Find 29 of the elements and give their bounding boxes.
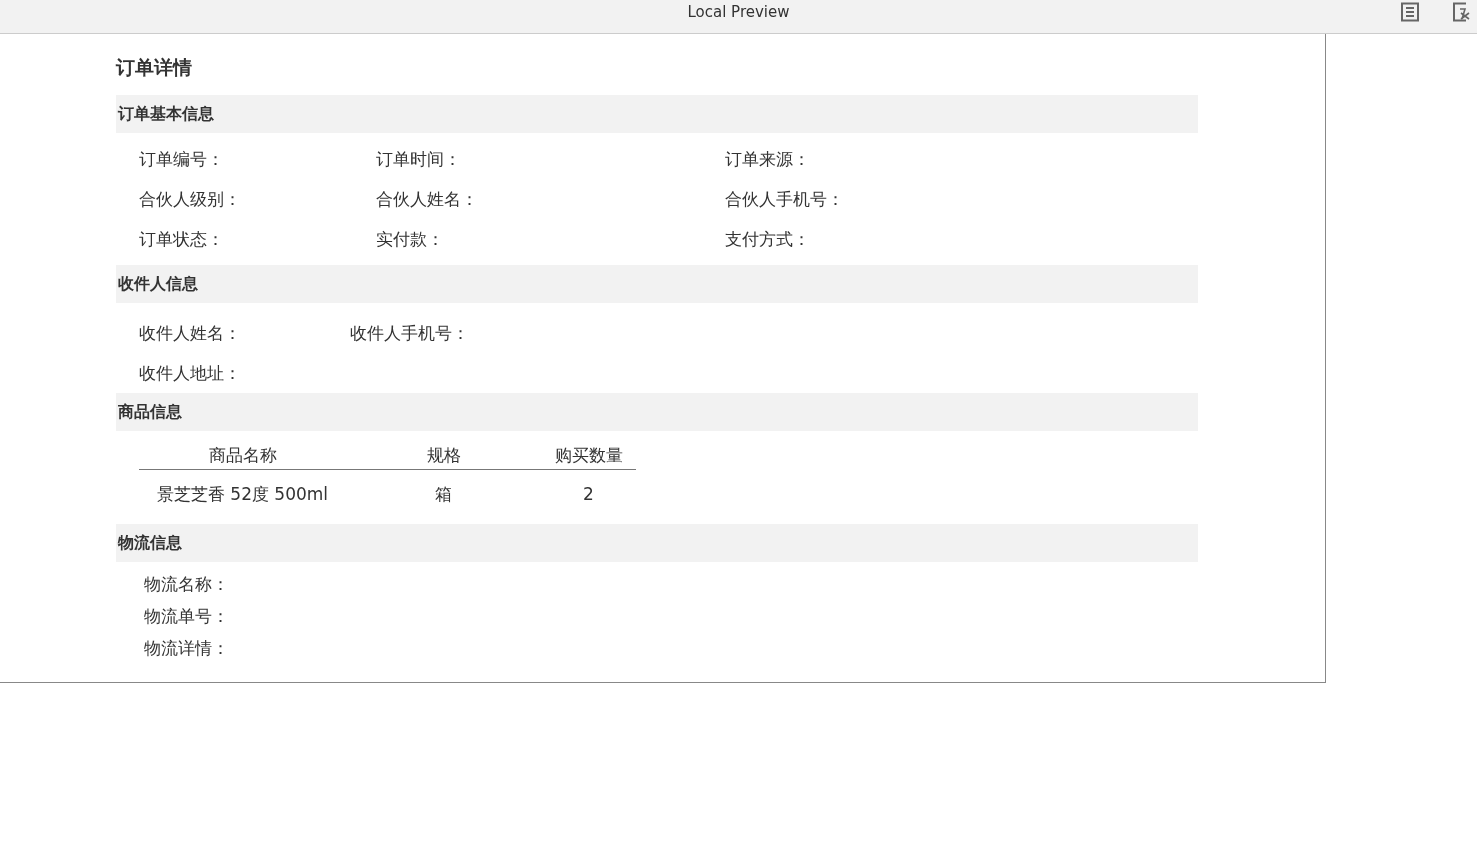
field-label: 支付方式： <box>725 228 811 251</box>
column-header: 规格 <box>346 441 541 470</box>
list-icon[interactable] <box>1400 2 1420 22</box>
field-label: 订单状态： <box>139 228 225 251</box>
field-label: 实付款： <box>376 228 445 251</box>
column-header: 商品名称 <box>139 441 346 470</box>
section-header: 订单基本信息 <box>116 95 1198 133</box>
formula-icon[interactable] <box>1452 2 1472 22</box>
table-cell: 箱 <box>346 469 541 518</box>
field-label: 收件人姓名： <box>139 322 242 345</box>
field-label: 物流名称： <box>144 573 230 596</box>
field-label: 物流单号： <box>144 605 230 628</box>
section-header: 物流信息 <box>116 524 1198 562</box>
field-label: 订单时间： <box>376 148 462 171</box>
field-label: 物流详情： <box>144 637 230 660</box>
table-cell: 景芝芝香 52度 500ml <box>139 469 346 518</box>
field-label: 合伙人姓名： <box>376 188 479 211</box>
page-title: 订单详情 <box>116 55 193 80</box>
column-header: 购买数量 <box>541 441 636 470</box>
table-cell: 2 <box>541 469 636 518</box>
field-label: 订单来源： <box>725 148 811 171</box>
field-label: 收件人地址： <box>139 362 242 385</box>
section-header: 商品信息 <box>116 393 1198 431</box>
section-header: 收件人信息 <box>116 265 1198 303</box>
field-label: 收件人手机号： <box>350 322 470 345</box>
field-label: 合伙人手机号： <box>725 188 845 211</box>
window-title: Local Preview <box>687 2 790 21</box>
field-label: 订单编号： <box>139 148 225 171</box>
field-label: 合伙人级别： <box>139 188 242 211</box>
